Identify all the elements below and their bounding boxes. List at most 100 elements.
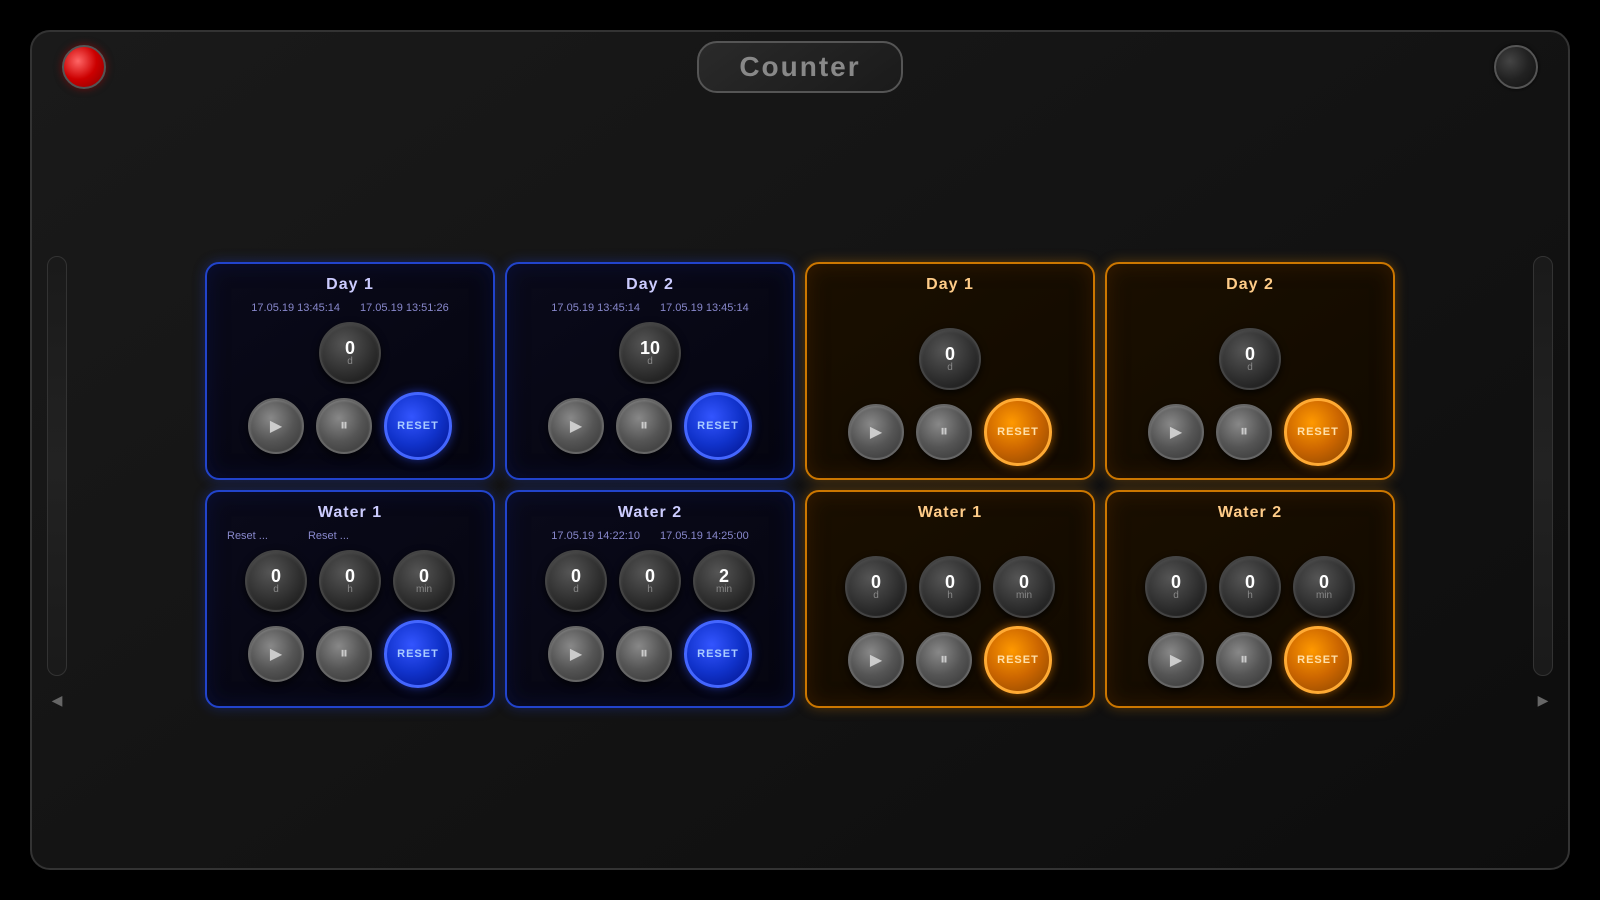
orange-water2-buttons: RESET xyxy=(1148,626,1352,694)
orange-water1-play-button[interactable] xyxy=(848,632,904,688)
blue-day1-card: Day 1 17.05.19 13:45:14 17.05.19 13:51:2… xyxy=(205,262,495,480)
orange-water1-pause-button[interactable] xyxy=(916,632,972,688)
orange-day2-dial-label: d xyxy=(1247,363,1253,373)
orange-water1-h-num: 0 xyxy=(945,573,955,591)
orange-water1-d-lbl: d xyxy=(873,591,879,601)
blue-water1-d-num: 0 xyxy=(271,567,281,585)
blue-day1-play-button[interactable] xyxy=(248,398,304,454)
right-arrow[interactable] xyxy=(1529,686,1557,714)
blue-day1-ts2: 17.05.19 13:51:26 xyxy=(360,302,449,314)
blue-water2-play-button[interactable] xyxy=(548,626,604,682)
orange-water2-pause-button[interactable] xyxy=(1216,632,1272,688)
blue-day1-reset-button[interactable]: RESET xyxy=(384,392,452,460)
orange-water2-dials: 0 d 0 h 0 min xyxy=(1145,556,1355,618)
blue-water1-min-lbl: min xyxy=(416,585,432,595)
orange-water1-card: Water 1 0 d 0 h 0 min xyxy=(805,490,1095,708)
blue-water2-timestamps: 17.05.19 14:22:10 17.05.19 14:25:00 xyxy=(551,530,748,542)
orange-water2-d-lbl: d xyxy=(1173,591,1179,601)
blue-water1-pause-button[interactable] xyxy=(316,626,372,682)
blue-day1-dials: 0 d xyxy=(319,322,381,384)
orange-day2-play-button[interactable] xyxy=(1148,404,1204,460)
orange-water1-dial-h: 0 h xyxy=(919,556,981,618)
title-badge: Counter xyxy=(697,41,902,93)
blue-water1-dial-d: 0 d xyxy=(245,550,307,612)
orange-water2-h-lbl: h xyxy=(1247,591,1253,601)
orange-water1-min-lbl: min xyxy=(1016,591,1032,601)
blue-day1-title: Day 1 xyxy=(326,276,374,294)
blue-day1-dial-number: 0 xyxy=(345,339,355,357)
orange-water1-h-lbl: h xyxy=(947,591,953,601)
orange-water2-dial-d: 0 d xyxy=(1145,556,1207,618)
top-bar: Counter xyxy=(32,32,1568,102)
blue-water1-play-button[interactable] xyxy=(248,626,304,682)
blue-water2-title: Water 2 xyxy=(618,504,682,522)
blue-day2-pause-button[interactable] xyxy=(616,398,672,454)
orange-water1-title: Water 1 xyxy=(918,504,982,522)
blue-water1-reset-button[interactable]: RESET xyxy=(384,620,452,688)
orange-water2-card: Water 2 0 d 0 h 0 min xyxy=(1105,490,1395,708)
orange-day2-buttons: RESET xyxy=(1148,398,1352,466)
blue-day2-title: Day 2 xyxy=(626,276,674,294)
orange-water1-dial-d: 0 d xyxy=(845,556,907,618)
orange-day1-reset-button[interactable]: RESET xyxy=(984,398,1052,466)
scroll-bar-right[interactable] xyxy=(1533,256,1553,676)
app-title: Counter xyxy=(739,51,860,82)
blue-day2-ts2: 17.05.19 13:45:14 xyxy=(660,302,749,314)
blue-water2-min-num: 2 xyxy=(719,567,729,585)
orange-day1-dial: 0 d xyxy=(919,328,981,390)
blue-water1-h-lbl: h xyxy=(347,585,353,595)
blue-water1-dial-h: 0 h xyxy=(319,550,381,612)
blue-water1-buttons: RESET xyxy=(248,620,452,688)
blue-day2-reset-button[interactable]: RESET xyxy=(684,392,752,460)
blue-water1-min-num: 0 xyxy=(419,567,429,585)
orange-day2-pause-button[interactable] xyxy=(1216,404,1272,460)
orange-water1-dial-min: 0 min xyxy=(993,556,1055,618)
orange-water2-play-button[interactable] xyxy=(1148,632,1204,688)
blue-water1-reset1: Reset ... xyxy=(227,530,268,542)
blue-water2-card: Water 2 17.05.19 14:22:10 17.05.19 14:25… xyxy=(505,490,795,708)
orange-water2-dial-min: 0 min xyxy=(1293,556,1355,618)
top-row: Day 1 17.05.19 13:45:14 17.05.19 13:51:2… xyxy=(77,262,1523,480)
blue-day2-buttons: RESET xyxy=(548,392,752,460)
orange-water2-reset-button[interactable]: RESET xyxy=(1284,626,1352,694)
left-arrow[interactable] xyxy=(43,686,71,714)
scroll-bar-left[interactable] xyxy=(47,256,67,676)
blue-water1-dial-min: 0 min xyxy=(393,550,455,612)
orange-day1-play-button[interactable] xyxy=(848,404,904,460)
orange-day1-pause-button[interactable] xyxy=(916,404,972,460)
blue-water1-d-lbl: d xyxy=(273,585,279,595)
orange-water2-dial-h: 0 h xyxy=(1219,556,1281,618)
orange-water1-reset-button[interactable]: RESET xyxy=(984,626,1052,694)
orange-day2-reset-button[interactable]: RESET xyxy=(1284,398,1352,466)
blue-water2-d-lbl: d xyxy=(573,585,579,595)
blue-water2-pause-button[interactable] xyxy=(616,626,672,682)
blue-water2-dial-h: 0 h xyxy=(619,550,681,612)
blue-water1-reset2: Reset ... xyxy=(308,530,349,542)
blue-water1-title: Water 1 xyxy=(318,504,382,522)
blue-day1-buttons: RESET xyxy=(248,392,452,460)
blue-day1-pause-button[interactable] xyxy=(316,398,372,454)
blue-water1-resets: Reset ... Reset ... xyxy=(222,530,478,542)
orange-water1-min-num: 0 xyxy=(1019,573,1029,591)
blue-water2-reset-button[interactable]: RESET xyxy=(684,620,752,688)
blue-day1-dial: 0 d xyxy=(319,322,381,384)
orange-water2-title: Water 2 xyxy=(1218,504,1282,522)
orange-day1-card: Day 1 0 d RESET xyxy=(805,262,1095,480)
blue-day2-timestamps: 17.05.19 13:45:14 17.05.19 13:45:14 xyxy=(551,302,748,314)
dark-button[interactable] xyxy=(1494,45,1538,89)
blue-water2-ts1: 17.05.19 14:22:10 xyxy=(551,530,640,542)
orange-day1-title: Day 1 xyxy=(926,276,974,294)
orange-water1-d-num: 0 xyxy=(871,573,881,591)
blue-water2-dial-d: 0 d xyxy=(545,550,607,612)
blue-day2-play-button[interactable] xyxy=(548,398,604,454)
blue-day2-dial-label: d xyxy=(647,357,653,367)
blue-day1-timestamps: 17.05.19 13:45:14 17.05.19 13:51:26 xyxy=(251,302,448,314)
red-button[interactable] xyxy=(62,45,106,89)
blue-water1-dials: 0 d 0 h 0 min xyxy=(245,550,455,612)
orange-water2-h-num: 0 xyxy=(1245,573,1255,591)
orange-water2-d-num: 0 xyxy=(1171,573,1181,591)
blue-day2-dial: 10 d xyxy=(619,322,681,384)
orange-day2-title: Day 2 xyxy=(1226,276,1274,294)
blue-day1-dial-label: d xyxy=(347,357,353,367)
blue-day2-ts1: 17.05.19 13:45:14 xyxy=(551,302,640,314)
